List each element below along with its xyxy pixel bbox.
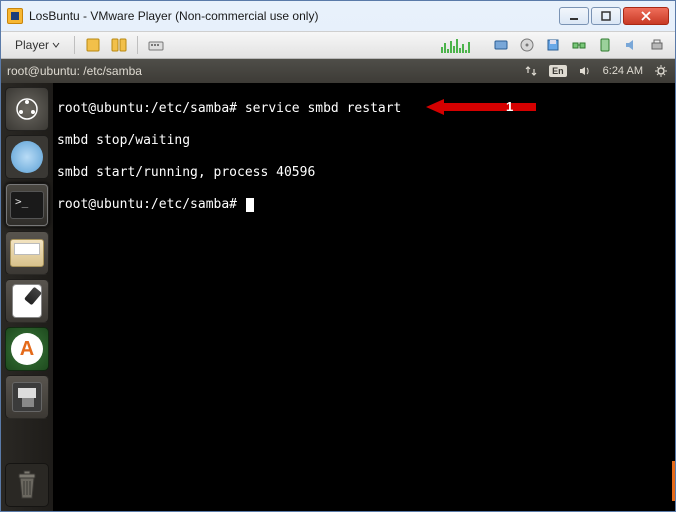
vm-activity-graph: [441, 37, 479, 53]
window-title: LosBuntu - VMware Player (Non-commercial…: [29, 9, 559, 23]
panel-window-title: root@ubuntu: /etc/samba: [7, 64, 523, 78]
player-menu-label: Player: [15, 38, 49, 52]
volume-icon[interactable]: [577, 63, 593, 79]
launcher-text-editor[interactable]: [5, 279, 49, 323]
vmware-toolbar: Player: [1, 31, 675, 59]
vm-display: root@ubuntu: /etc/samba En 6:24 AM: [1, 59, 675, 511]
launcher-floppy[interactable]: [5, 375, 49, 419]
device-printer-icon[interactable]: [647, 35, 667, 55]
toolbar-separator: [74, 36, 75, 54]
toolbar-separator-2: [137, 36, 138, 54]
panel-indicators: En 6:24 AM: [523, 63, 669, 79]
terminal-line: smbd stop/waiting: [57, 133, 671, 149]
device-usb-icon[interactable]: [595, 35, 615, 55]
scrollbar-indicator: [672, 461, 675, 501]
fullscreen-single-icon[interactable]: [83, 35, 103, 55]
network-updown-icon[interactable]: [523, 63, 539, 79]
terminal-prompt-line: root@ubuntu:/etc/samba#: [57, 197, 671, 213]
launcher-dash-home[interactable]: [5, 87, 49, 131]
chevron-down-icon: [52, 41, 60, 49]
vmware-player-window: LosBuntu - VMware Player (Non-commercial…: [0, 0, 676, 512]
terminal-prompt-text: root@ubuntu:/etc/samba#: [57, 197, 245, 212]
device-network-icon[interactable]: [569, 35, 589, 55]
unity-launcher: [1, 83, 53, 511]
terminal-line: root@ubuntu:/etc/samba# service smbd res…: [57, 101, 671, 117]
terminal-cursor: [246, 198, 254, 212]
app-icon: [7, 8, 23, 24]
ubuntu-desktop: root@ubuntu:/etc/samba# service smbd res…: [1, 83, 675, 511]
maximize-button[interactable]: [591, 7, 621, 25]
device-floppy-icon[interactable]: [543, 35, 563, 55]
clock[interactable]: 6:24 AM: [603, 65, 643, 77]
device-cd-icon[interactable]: [517, 35, 537, 55]
terminal-output[interactable]: root@ubuntu:/etc/samba# service smbd res…: [53, 83, 675, 511]
device-sound-icon[interactable]: [621, 35, 641, 55]
device-hdd-icon[interactable]: [491, 35, 511, 55]
keyboard-lang-indicator[interactable]: En: [549, 65, 567, 77]
launcher-chromium[interactable]: [5, 135, 49, 179]
send-keys-icon[interactable]: [146, 35, 166, 55]
launcher-software-updater[interactable]: [5, 327, 49, 371]
gear-icon[interactable]: [653, 63, 669, 79]
launcher-files[interactable]: [5, 231, 49, 275]
launcher-trash[interactable]: [5, 463, 49, 507]
minimize-button[interactable]: [559, 7, 589, 25]
launcher-terminal[interactable]: [5, 183, 49, 227]
player-menu-button[interactable]: Player: [9, 36, 66, 54]
ubuntu-top-panel: root@ubuntu: /etc/samba En 6:24 AM: [1, 59, 675, 83]
window-controls: [559, 7, 669, 25]
window-titlebar[interactable]: LosBuntu - VMware Player (Non-commercial…: [1, 1, 675, 31]
fullscreen-multi-icon[interactable]: [109, 35, 129, 55]
terminal-line: smbd start/running, process 40596: [57, 165, 671, 181]
close-button[interactable]: [623, 7, 669, 25]
